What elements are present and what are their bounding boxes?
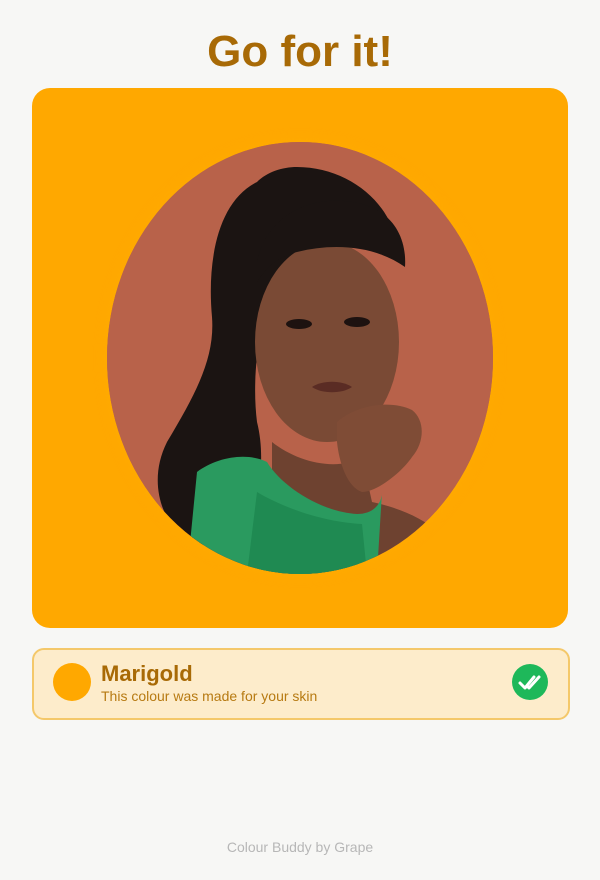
colour-swatch bbox=[53, 663, 91, 701]
colour-name: Marigold bbox=[101, 661, 193, 686]
colour-result-card: Marigold This colour was made for your s… bbox=[32, 648, 570, 720]
page-title: Go for it! bbox=[207, 27, 393, 76]
portrait-illustration bbox=[107, 142, 493, 574]
colour-preview-card bbox=[32, 88, 568, 628]
double-check-icon bbox=[512, 664, 548, 700]
app-screen: Go for it! Marigold This colour was made… bbox=[0, 0, 600, 880]
footer-credit: Colour Buddy by Grape bbox=[226, 839, 374, 855]
colour-caption: This colour was made for your skin bbox=[101, 688, 318, 704]
portrait-photo bbox=[107, 142, 493, 574]
